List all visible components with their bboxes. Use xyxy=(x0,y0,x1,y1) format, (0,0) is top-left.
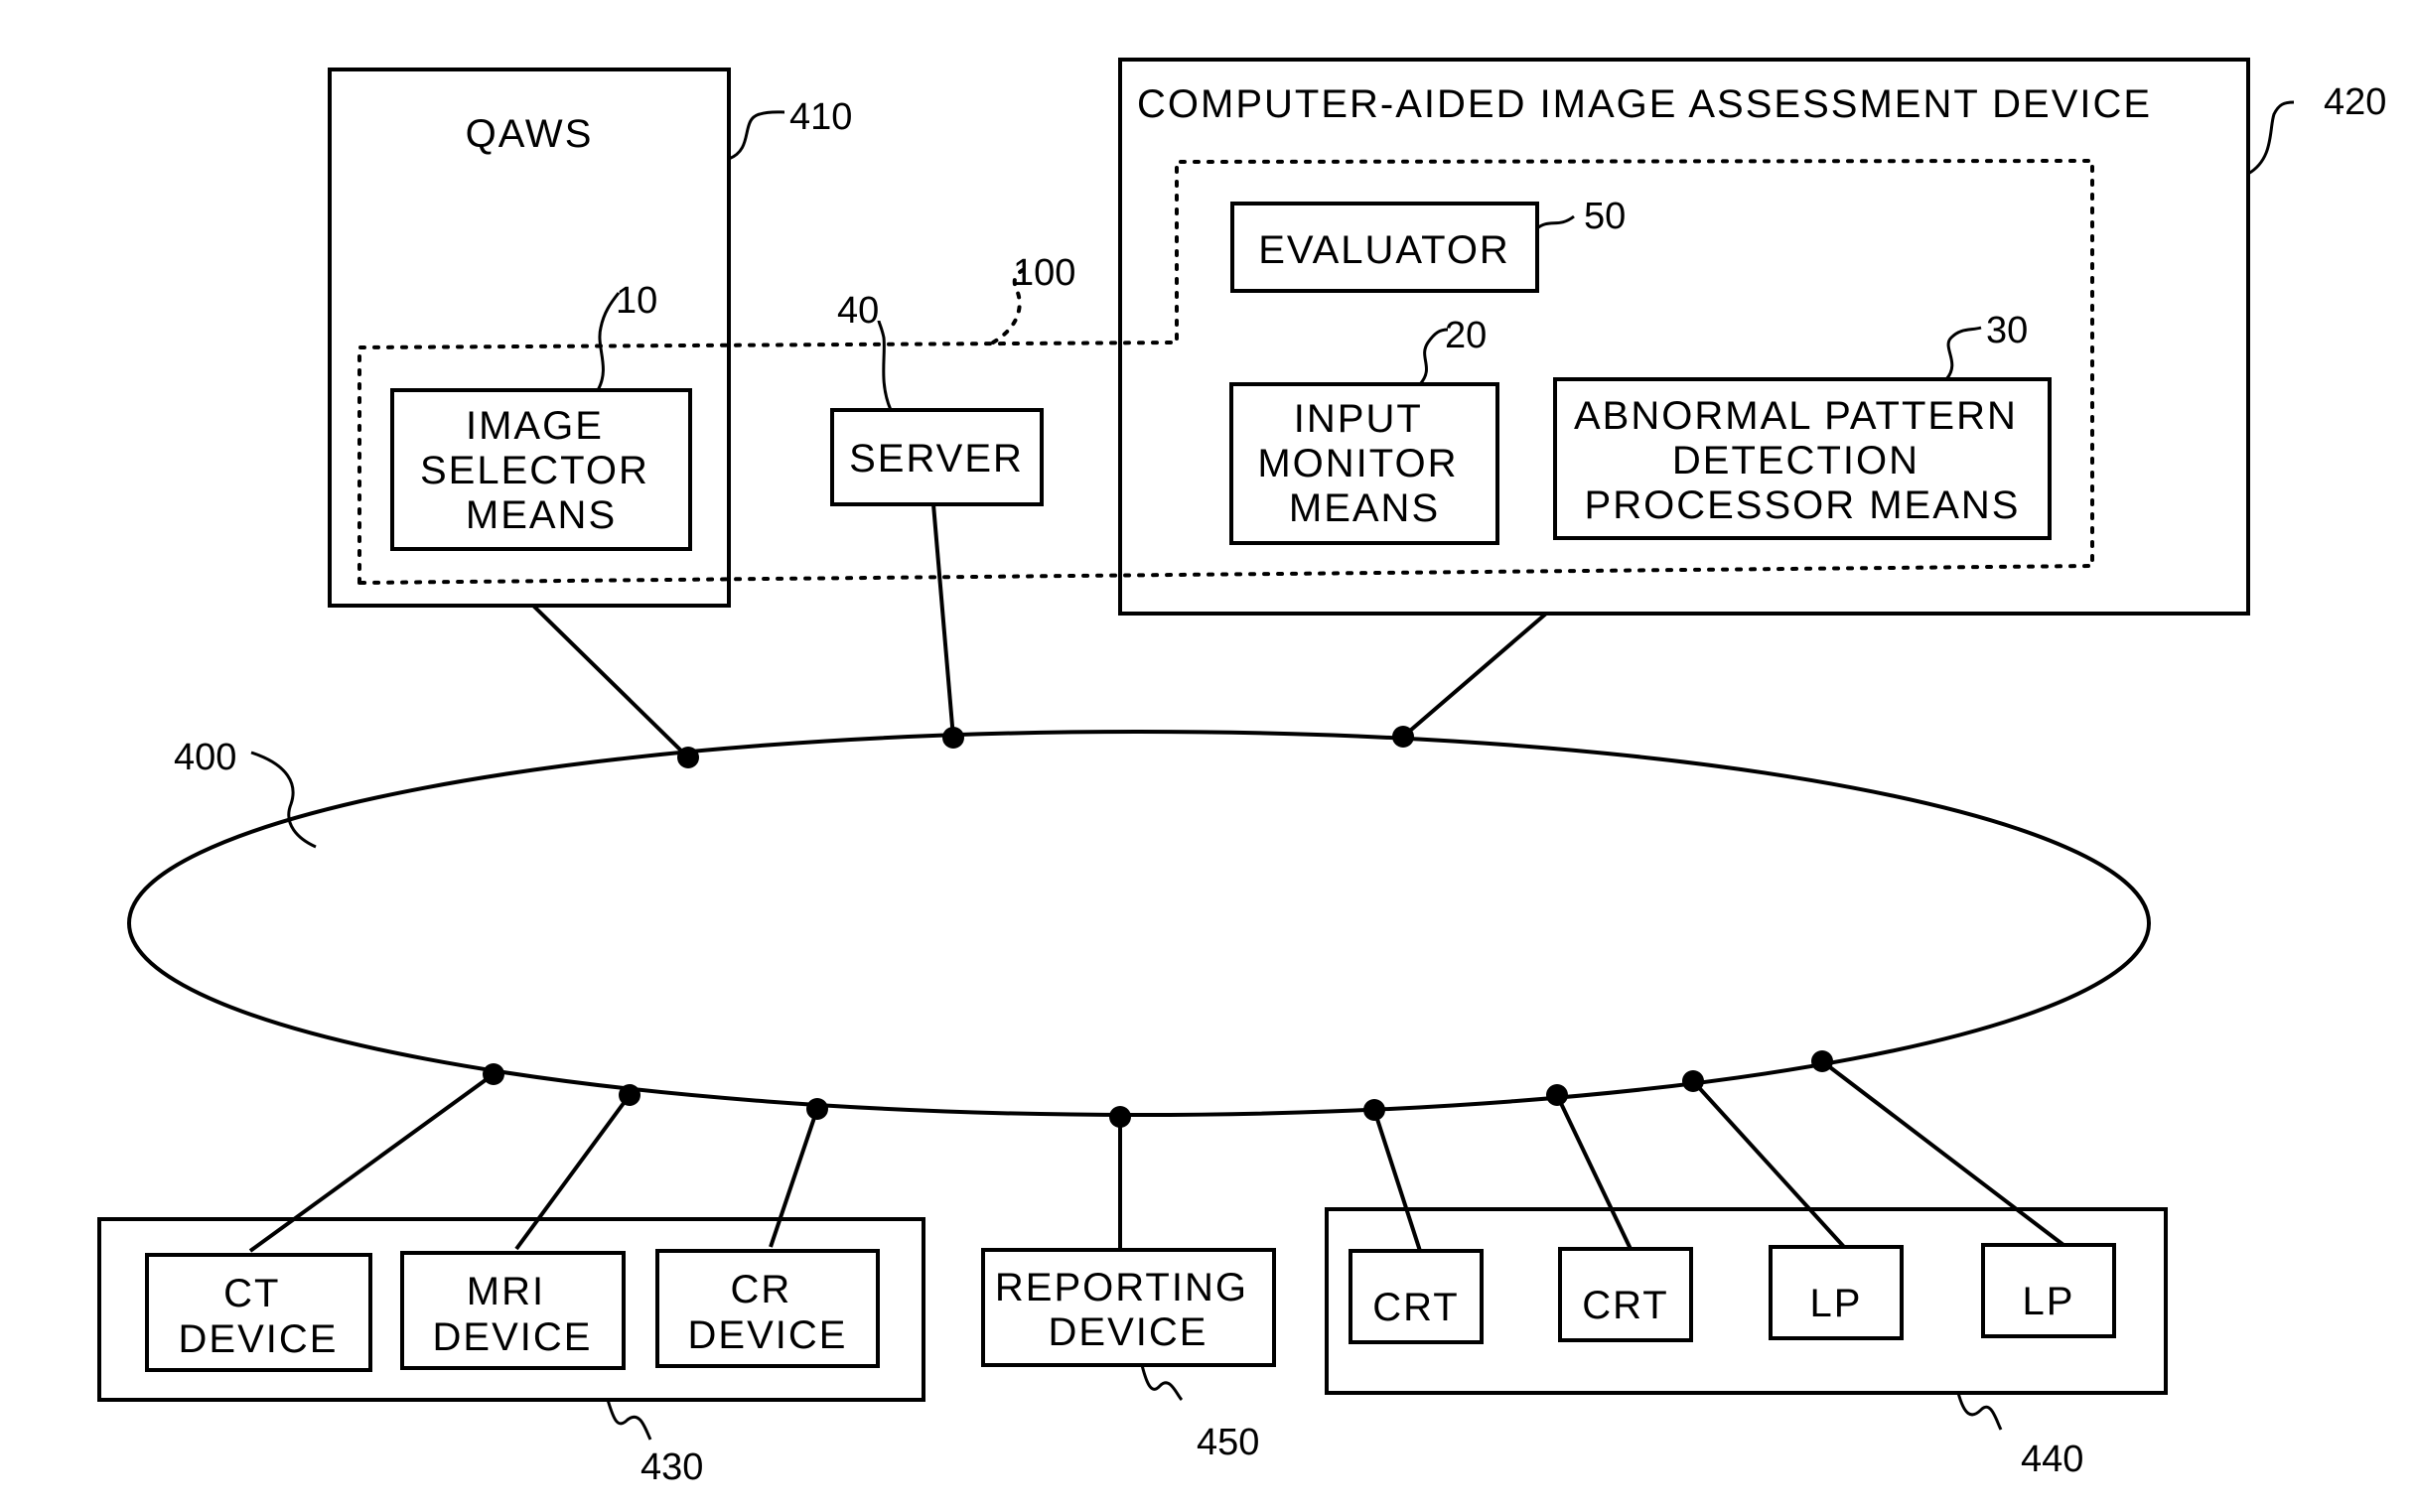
link-mri xyxy=(514,1093,632,1251)
link-ct xyxy=(248,1072,496,1253)
link-server xyxy=(931,503,955,739)
node-reporting xyxy=(1109,1106,1131,1128)
node-mri xyxy=(619,1084,640,1106)
ref-40: 40 xyxy=(837,290,879,332)
reporting-device-label: REPORTING DEVICE xyxy=(995,1266,1261,1354)
leader-450 xyxy=(1140,1364,1184,1402)
ref-450: 450 xyxy=(1197,1422,1259,1463)
svg-text:CRT: CRT xyxy=(1582,1284,1668,1327)
ref-30: 30 xyxy=(1986,310,2028,351)
link-assessment xyxy=(1401,612,1548,739)
laser-printer-2: LP xyxy=(1981,1243,2116,1338)
svg-text:LP: LP xyxy=(1810,1282,1863,1325)
link-lp-2 xyxy=(1820,1059,2065,1247)
ref-410: 410 xyxy=(789,96,852,138)
link-crt-1 xyxy=(1372,1109,1422,1252)
evaluator-label: EVALUATOR xyxy=(1258,228,1510,272)
node-crt-2 xyxy=(1546,1084,1568,1106)
leader-400 xyxy=(250,751,317,849)
ct-device: CT DEVICE xyxy=(145,1253,372,1372)
svg-text:CR DEVICE: CR DEVICE xyxy=(688,1268,848,1357)
input-monitor-label: INPUT MONITOR MEANS xyxy=(1257,397,1471,530)
image-selector-label: IMAGE SELECTOR MEANS xyxy=(420,404,662,537)
svg-text:MRI DEVICE: MRI DEVICE xyxy=(433,1270,593,1359)
node-lp-1 xyxy=(1682,1070,1704,1092)
node-server xyxy=(942,727,964,749)
node-cr xyxy=(806,1098,828,1120)
system-diagram: 400 QAWS 410 100 IMAGE SELECTOR MEANS 10… xyxy=(97,58,2386,1488)
network-ring xyxy=(127,730,2151,1117)
mri-device: MRI DEVICE xyxy=(400,1251,626,1370)
ref-430: 430 xyxy=(640,1446,703,1488)
svg-text:CT DEVICE: CT DEVICE xyxy=(179,1272,339,1361)
ref-50: 50 xyxy=(1584,196,1626,237)
ref-20: 20 xyxy=(1445,315,1487,356)
ref-100: 100 xyxy=(1013,252,1075,294)
link-qaws xyxy=(531,604,690,759)
crt-display-1: CRT xyxy=(1349,1249,1484,1344)
node-assessment xyxy=(1392,726,1414,748)
crt-display-2: CRT xyxy=(1558,1247,1693,1342)
assessment-device-box xyxy=(1118,58,2250,616)
svg-text:LP: LP xyxy=(2023,1280,2075,1323)
link-cr xyxy=(769,1108,819,1248)
link-crt-2 xyxy=(1555,1094,1633,1250)
ref-440: 440 xyxy=(2021,1439,2083,1480)
server-label: SERVER xyxy=(849,437,1024,481)
leader-440 xyxy=(1956,1392,2003,1431)
abnormal-detection-label: ABNORMAL PATTERN DETECTION PROCESSOR MEA… xyxy=(1574,394,2031,527)
node-ct xyxy=(483,1063,504,1085)
link-lp-1 xyxy=(1691,1079,1846,1249)
leader-50 xyxy=(1536,214,1575,230)
leader-40 xyxy=(877,320,893,411)
svg-text:CRT: CRT xyxy=(1372,1286,1459,1329)
leader-20 xyxy=(1418,328,1449,385)
leader-30 xyxy=(1944,326,1982,380)
leader-430 xyxy=(606,1399,652,1441)
ref-420: 420 xyxy=(2324,81,2386,123)
laser-printer-1: LP xyxy=(1769,1245,1904,1340)
assessment-device-title: COMPUTER-AIDED IMAGE ASSESSMENT DEVICE xyxy=(1137,82,2152,126)
node-crt-1 xyxy=(1363,1099,1385,1121)
ref-10: 10 xyxy=(616,280,657,322)
cr-device: CR DEVICE xyxy=(655,1249,880,1368)
leader-410 xyxy=(728,110,785,161)
leader-420 xyxy=(2247,100,2295,176)
qaws-title: QAWS xyxy=(466,112,594,156)
ref-400: 400 xyxy=(174,737,236,778)
node-qaws xyxy=(677,747,699,768)
node-lp-2 xyxy=(1811,1050,1833,1072)
